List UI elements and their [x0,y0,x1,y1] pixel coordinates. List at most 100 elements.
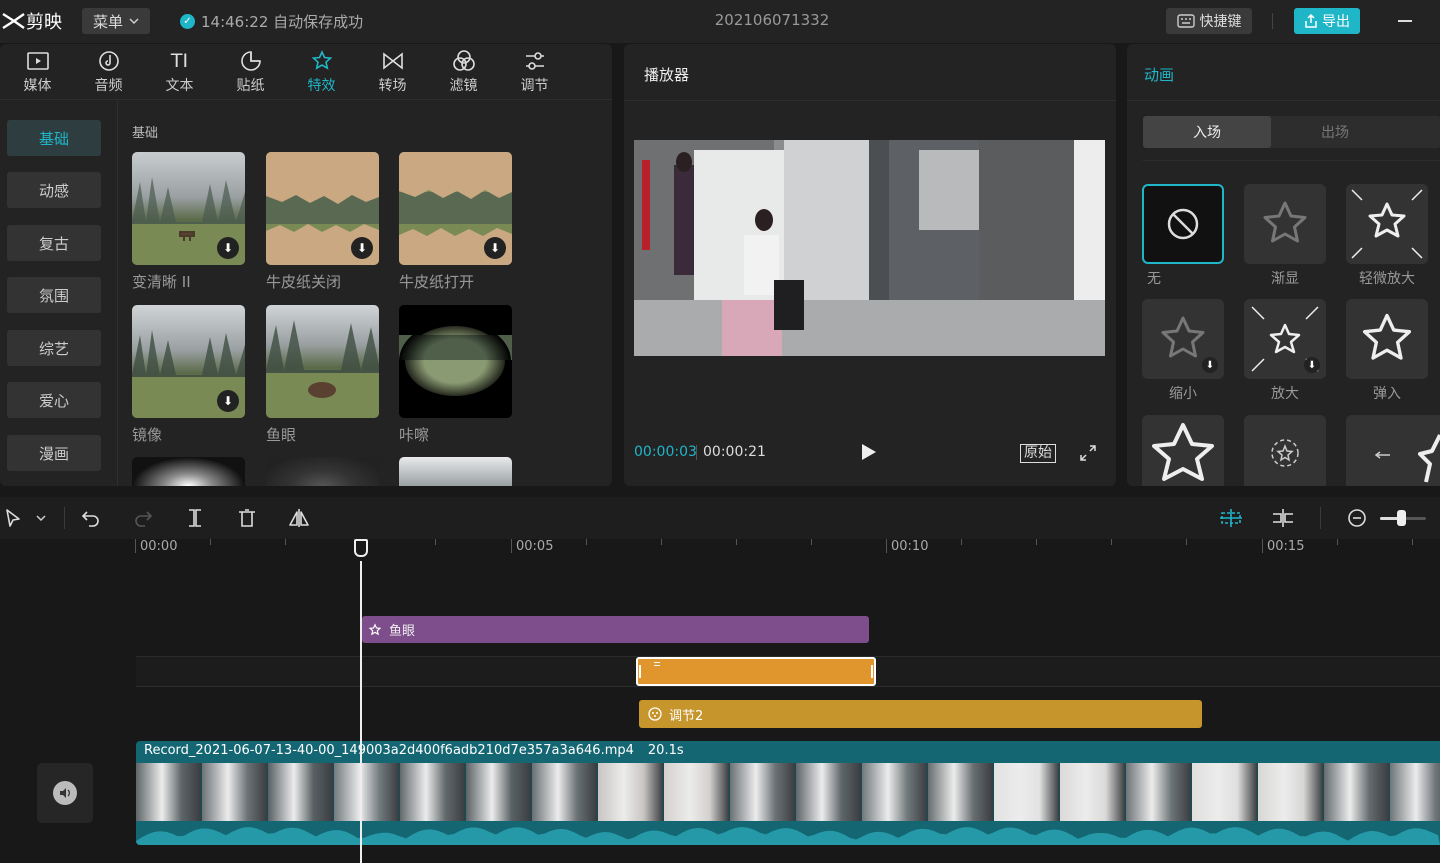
category-atmosphere[interactable]: 氛围 [7,277,101,313]
ruler-tick [886,539,887,553]
effect-label: 变清晰 II [132,273,191,291]
download-icon[interactable]: ⬇ [484,237,506,259]
playhead[interactable] [360,561,362,863]
split-icon[interactable] [184,507,206,529]
animation-none[interactable]: 无 [1142,184,1224,288]
title-bar: 剪映 菜单 ✓ 14:46:22 自动保存成功 202106071332 快捷键… [0,0,1440,43]
ruler-tick [1336,539,1338,545]
effect-thumbnail[interactable] [399,457,512,486]
redo-icon[interactable] [132,507,154,529]
animation-pop-in[interactable]: 弹入 [1346,299,1428,403]
undo-icon[interactable] [80,507,102,529]
download-icon[interactable]: ⬇ [1202,357,1218,373]
fullscreen-icon[interactable] [1080,445,1096,461]
animation-thumbnail [1346,184,1428,264]
animation-slight-zoom[interactable]: 轻微放大 [1346,184,1428,288]
animation-zoom-in[interactable]: ⬇ 放大 [1244,299,1326,403]
ruler-tick [585,539,587,545]
ruler-tick [810,539,812,545]
playhead-handle[interactable] [354,539,368,557]
category-retro[interactable]: 复古 [7,225,101,261]
timeline-ruler[interactable]: 00:00 00:05 00:10 00:15 [0,539,1440,561]
effect-clip[interactable]: 鱼眼 [362,616,869,643]
linkage-icon[interactable] [1270,507,1296,529]
tab-label: 文本 [165,78,194,94]
download-icon[interactable]: ⬇ [351,237,373,259]
tab-filter[interactable]: 滤镜 [428,44,499,100]
timeline-tracks: 鱼眼 调节2 Record_2021-06-07-13-40-00_149003… [0,561,1440,863]
effects-icon [368,622,382,635]
tab-text[interactable]: TI 文本 [144,44,215,100]
download-icon[interactable]: ⬇ [217,237,239,259]
tab-label: 转场 [378,78,407,94]
tab-entrance[interactable]: 入场 [1143,116,1271,148]
effect-card[interactable]: 鱼眼 [266,305,379,445]
zoom-slider-handle[interactable] [1397,510,1406,526]
effect-label: 镜像 [132,426,163,444]
tab-effects[interactable]: 特效 [286,44,357,100]
trim-handle-right[interactable] [871,665,873,678]
animation-fade-in[interactable]: 渐显 [1244,184,1326,288]
hotkey-label: 快捷键 [1199,14,1242,30]
download-icon[interactable]: ⬇ [217,390,239,412]
effect-card[interactable]: ⬇ 变清晰 II [132,152,245,292]
tab-audio[interactable]: 音频 [73,44,144,100]
download-icon[interactable]: ⬇ [1304,357,1320,373]
tab-adjust[interactable]: 调节 [499,44,570,100]
hotkey-button[interactable]: 快捷键 [1166,8,1252,34]
category-basic[interactable]: 基础 [7,120,101,156]
effect-thumbnail[interactable] [266,457,379,486]
effect-card[interactable]: ⬇ 牛皮纸打开 [399,152,512,292]
effect-thumbnail[interactable] [132,457,245,486]
effect-card[interactable]: ⬇ 牛皮纸关闭 [266,152,379,292]
video-thumbnail-frame [136,763,202,821]
animation-thumbnail[interactable] [1142,415,1224,486]
section-title: 基础 [132,126,159,141]
delete-icon[interactable] [236,507,258,529]
adjust-clip[interactable]: 调节2 [639,700,1202,728]
camera-shutter-image [399,321,512,401]
trim-handle-left[interactable] [639,665,641,678]
chevron-down-icon[interactable] [32,507,50,529]
effect-card[interactable]: 咔嚓 [399,305,512,445]
animation-thumbnail [1142,184,1224,264]
play-icon[interactable] [862,444,876,460]
tab-label: 滤镜 [449,78,478,94]
minimize-icon[interactable] [1398,20,1412,22]
video-clip[interactable]: Record_2021-06-07-13-40-00_149003a2d400f… [136,741,1440,845]
ruler-label: 00:00 [140,539,178,554]
selected-clip[interactable] [636,657,876,686]
category-dynamic[interactable]: 动感 [7,172,101,208]
category-variety[interactable]: 综艺 [7,330,101,366]
ruler-tick [1036,539,1038,545]
video-preview[interactable] [634,140,1105,356]
divider [696,445,697,460]
export-button[interactable]: 导出 [1294,8,1360,34]
animation-zoom-out[interactable]: ⬇ 缩小 [1142,299,1224,403]
animation-thumbnail[interactable] [1346,415,1440,486]
ruler-tick [1186,539,1188,545]
ruler-tick [510,539,512,553]
zoom-out-icon[interactable] [1346,507,1368,529]
select-tool-icon[interactable] [2,507,24,529]
animation-thumbnail[interactable] [1244,415,1326,486]
tab-media[interactable]: 媒体 [2,44,73,100]
effect-thumbnail: ⬇ [132,152,245,265]
tab-exit[interactable]: 出场 [1271,116,1399,148]
category-comic[interactable]: 漫画 [7,435,101,471]
menu-button[interactable]: 菜单 [82,8,150,34]
tab-sticker[interactable]: 贴纸 [215,44,286,100]
autosave-status: ✓ 14:46:22 自动保存成功 [180,11,363,32]
export-icon [1305,14,1317,28]
snap-icon[interactable] [1218,507,1244,529]
video-thumbnail-frame [400,763,466,821]
mute-track-button[interactable] [37,763,93,823]
mirror-icon[interactable] [288,507,310,529]
original-ratio-button[interactable]: 原始 [1020,444,1056,463]
category-love[interactable]: 爱心 [7,382,101,418]
video-thumbnails [136,763,1440,821]
video-thumbnail-frame [532,763,598,821]
effect-card[interactable]: ⬇ 镜像 [132,305,245,445]
tab-transition[interactable]: 转场 [357,44,428,100]
effect-label: 鱼眼 [266,426,297,444]
